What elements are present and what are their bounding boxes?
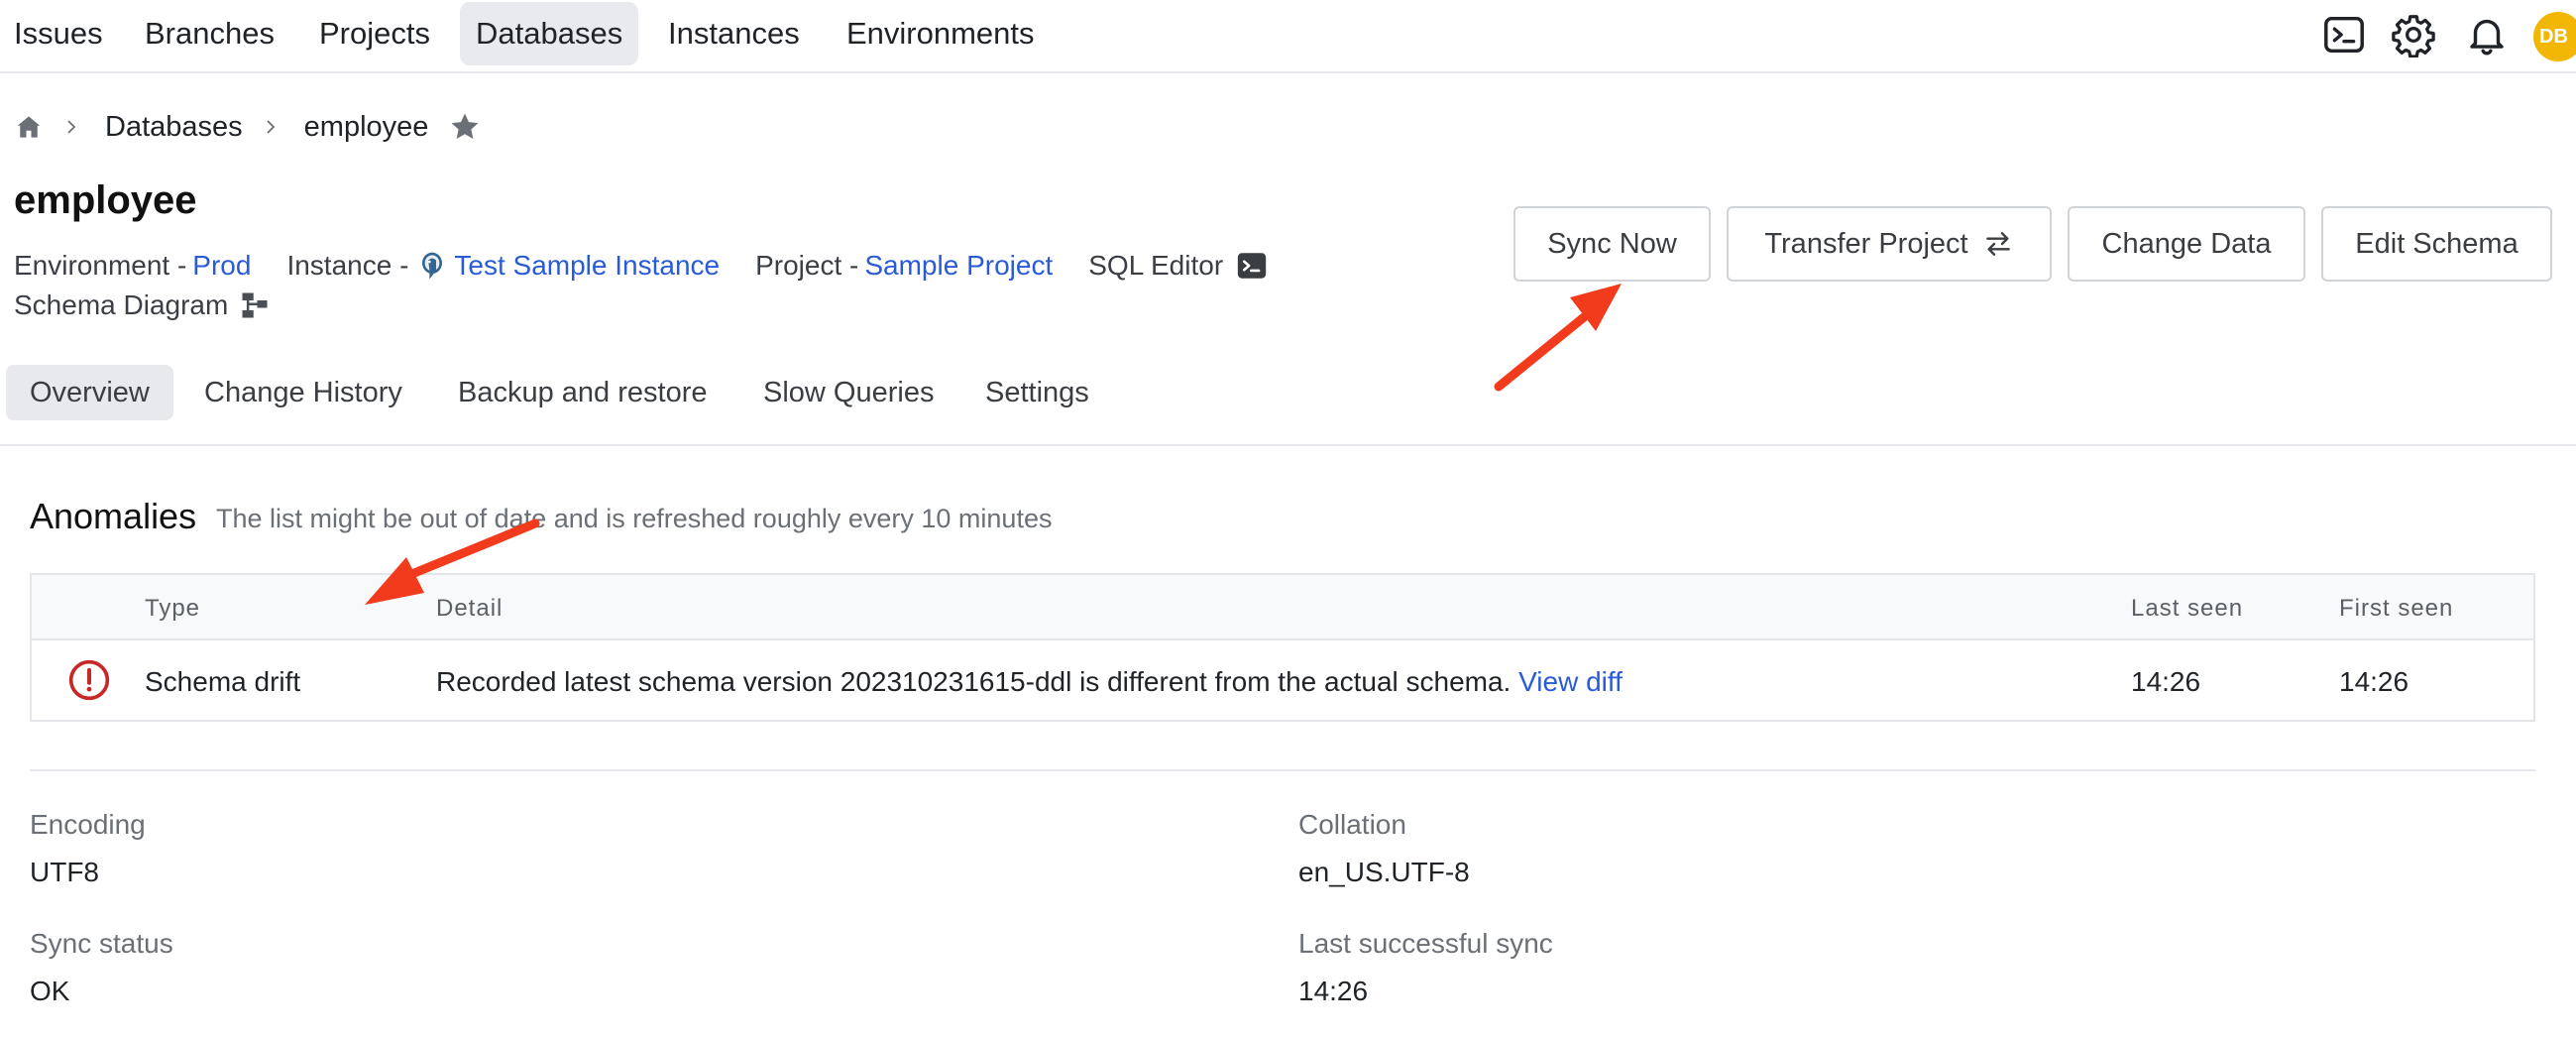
gear-icon[interactable] <box>2391 12 2436 58</box>
anomaly-type: Schema drift <box>145 666 301 697</box>
nav-databases[interactable]: Databases <box>460 2 639 65</box>
sync-now-label: Sync Now <box>1547 227 1677 260</box>
sync-status-value: OK <box>30 976 70 1006</box>
encoding-label: Encoding <box>30 809 146 840</box>
swap-icon <box>1985 232 2010 256</box>
nav-branches[interactable]: Branches <box>129 2 290 65</box>
breadcrumb-databases[interactable]: Databases <box>105 111 243 144</box>
column-type: Type <box>145 595 201 622</box>
view-diff-link[interactable]: View diff <box>1518 666 1623 697</box>
sql-editor-link[interactable]: SQL Editor <box>1088 250 1223 282</box>
change-data-button[interactable]: Change Data <box>2068 206 2305 282</box>
tab-backup-and-restore[interactable]: Backup and restore <box>434 365 730 420</box>
breadcrumb: Databases employee <box>14 107 482 147</box>
nav-instances[interactable]: Instances <box>652 2 816 65</box>
breadcrumb-current: employee <box>303 110 429 143</box>
anomaly-detail-cell: Recorded latest schema version 202310231… <box>436 666 1623 698</box>
encoding-value: UTF8 <box>30 857 99 887</box>
chevron-right-icon <box>267 120 275 134</box>
tab-change-history[interactable]: Change History <box>180 365 426 420</box>
table-header: Type Detail Last seen First seen <box>32 575 2533 640</box>
star-icon[interactable] <box>448 110 482 144</box>
anomaly-detail: Recorded latest schema version 202310231… <box>436 666 1512 697</box>
project-label: Project - <box>755 250 859 281</box>
edit-schema-button[interactable]: Edit Schema <box>2321 206 2552 282</box>
transfer-project-label: Transfer Project <box>1764 227 1968 260</box>
column-first-seen: First seen <box>2339 595 2454 622</box>
anomaly-first-seen: 14:26 <box>2339 666 2409 697</box>
top-navigation: Issues Branches Projects Databases Insta… <box>0 0 2576 73</box>
anomalies-subtitle: The list might be out of date and is ref… <box>216 504 1053 533</box>
tab-overview[interactable]: Overview <box>6 365 173 420</box>
nav-projects[interactable]: Projects <box>303 2 446 65</box>
project-link[interactable]: Sample Project <box>864 250 1053 282</box>
environment-link[interactable]: Prod <box>192 250 251 282</box>
last-sync-label: Last successful sync <box>1298 928 1553 959</box>
column-detail: Detail <box>436 595 504 622</box>
instance-label: Instance - <box>286 250 409 281</box>
schema-diagram-row: Schema Diagram <box>14 286 270 325</box>
postgres-icon <box>422 252 443 280</box>
anomalies-title: Anomalies <box>30 496 197 536</box>
schema-diagram-icon[interactable] <box>240 290 270 320</box>
annotation-arrow-sync <box>1494 284 1622 392</box>
collation-value: en_US.UTF-8 <box>1298 857 1470 887</box>
instance-link[interactable]: Test Sample Instance <box>454 250 720 282</box>
change-data-label: Change Data <box>2101 227 2272 260</box>
section-divider <box>30 769 2535 771</box>
tab-slow-queries[interactable]: Slow Queries <box>739 365 957 420</box>
transfer-project-button[interactable]: Transfer Project <box>1727 206 2052 282</box>
database-meta: Environment - Prod Instance - Test Sampl… <box>14 246 1269 286</box>
error-icon <box>68 659 110 701</box>
terminal-icon[interactable] <box>2321 12 2367 58</box>
page-title: employee <box>14 178 197 222</box>
terminal-icon[interactable] <box>1235 249 1269 283</box>
tab-settings[interactable]: Settings <box>961 365 1113 420</box>
sync-now-button[interactable]: Sync Now <box>1513 206 1711 282</box>
home-icon[interactable] <box>14 112 44 142</box>
last-sync-value: 14:26 <box>1298 976 1369 1006</box>
column-last-seen: Last seen <box>2131 595 2244 622</box>
edit-schema-label: Edit Schema <box>2355 227 2519 260</box>
nav-issues[interactable]: Issues <box>0 2 119 65</box>
schema-diagram-link[interactable]: Schema Diagram <box>14 289 228 321</box>
collation-label: Collation <box>1298 809 1406 840</box>
sync-status-label: Sync status <box>30 928 173 959</box>
chevron-right-icon <box>67 120 76 134</box>
user-avatar[interactable]: DB <box>2533 12 2576 61</box>
environment-label: Environment - <box>14 250 187 281</box>
bell-icon[interactable] <box>2464 12 2510 58</box>
tabs-divider <box>0 444 2576 446</box>
nav-environments[interactable]: Environments <box>831 2 1051 65</box>
anomalies-table: Type Detail Last seen First seen Schema … <box>30 573 2535 722</box>
anomaly-last-seen: 14:26 <box>2131 666 2201 697</box>
